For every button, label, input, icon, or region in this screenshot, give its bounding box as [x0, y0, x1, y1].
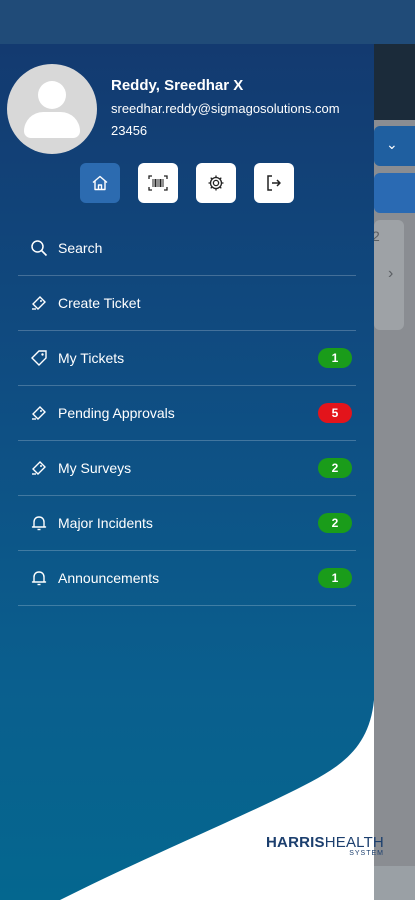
avatar[interactable]: [7, 64, 97, 154]
logo-brand-bold: HARRIS: [266, 834, 325, 851]
ticket-icon: [18, 294, 58, 312]
menu-item-major-incidents[interactable]: Major Incidents 2: [18, 496, 356, 551]
search-icon: [18, 239, 58, 257]
user-name: Reddy, Sreedhar X: [111, 77, 244, 94]
user-id: 23456: [111, 123, 148, 138]
ticket-icon: [18, 404, 58, 422]
barcode-scan-button[interactable]: [138, 163, 178, 203]
settings-button[interactable]: [196, 163, 236, 203]
count-badge: 5: [318, 403, 352, 423]
home-button[interactable]: [80, 163, 120, 203]
count-badge: 2: [318, 458, 352, 478]
navigation-drawer: Reddy, Sreedhar X sreedhar.reddy@sigmago…: [0, 44, 374, 900]
chevron-right-icon: ›: [388, 265, 394, 282]
tag-icon: [18, 349, 58, 367]
settings-icon: [207, 174, 225, 192]
menu-item-announcements[interactable]: Announcements 1: [18, 551, 356, 606]
menu-item-label: Create Ticket: [58, 295, 141, 311]
harris-health-logo: HARRISHEALTH SYSTEM: [266, 834, 384, 857]
logo-brand-light: HEALTH: [324, 834, 384, 851]
menu-item-my-surveys[interactable]: My Surveys 2: [18, 441, 356, 496]
logo-subtitle: SYSTEM: [349, 850, 384, 857]
count-badge: 1: [318, 348, 352, 368]
count-badge: 1: [318, 568, 352, 588]
menu-item-create-ticket[interactable]: Create Ticket: [18, 276, 356, 331]
menu-item-search[interactable]: Search: [18, 221, 356, 276]
menu-item-label: Search: [58, 240, 103, 256]
bell-icon: [18, 569, 58, 587]
menu-item-label: Pending Approvals: [58, 405, 175, 421]
chevron-down-icon: ⌄: [386, 136, 398, 152]
barcode-icon: [148, 175, 168, 191]
menu-item-label: Announcements: [58, 570, 160, 586]
ticket-icon: [18, 459, 58, 477]
menu-item-pending-approvals[interactable]: Pending Approvals 5: [18, 386, 356, 441]
app-top-bar: [0, 0, 415, 44]
home-icon: [91, 174, 109, 192]
background-footer: [374, 866, 415, 900]
logout-icon: [265, 174, 283, 192]
count-badge: 2: [318, 513, 352, 533]
menu-item-label: My Surveys: [58, 460, 132, 476]
menu-item-my-tickets[interactable]: My Tickets 1: [18, 331, 356, 386]
drawer-bottom-wave: [0, 700, 374, 900]
drawer-menu: Search Create Ticket My Tickets 1 Pendin…: [18, 221, 356, 606]
menu-item-label: Major Incidents: [58, 515, 153, 531]
app-header: [374, 44, 415, 120]
user-email: sreedhar.reddy@sigmagosolutions.com: [111, 101, 340, 116]
bell-icon: [18, 514, 58, 532]
menu-item-label: My Tickets: [58, 350, 125, 366]
logout-button[interactable]: [254, 163, 294, 203]
background-button[interactable]: [374, 173, 415, 213]
